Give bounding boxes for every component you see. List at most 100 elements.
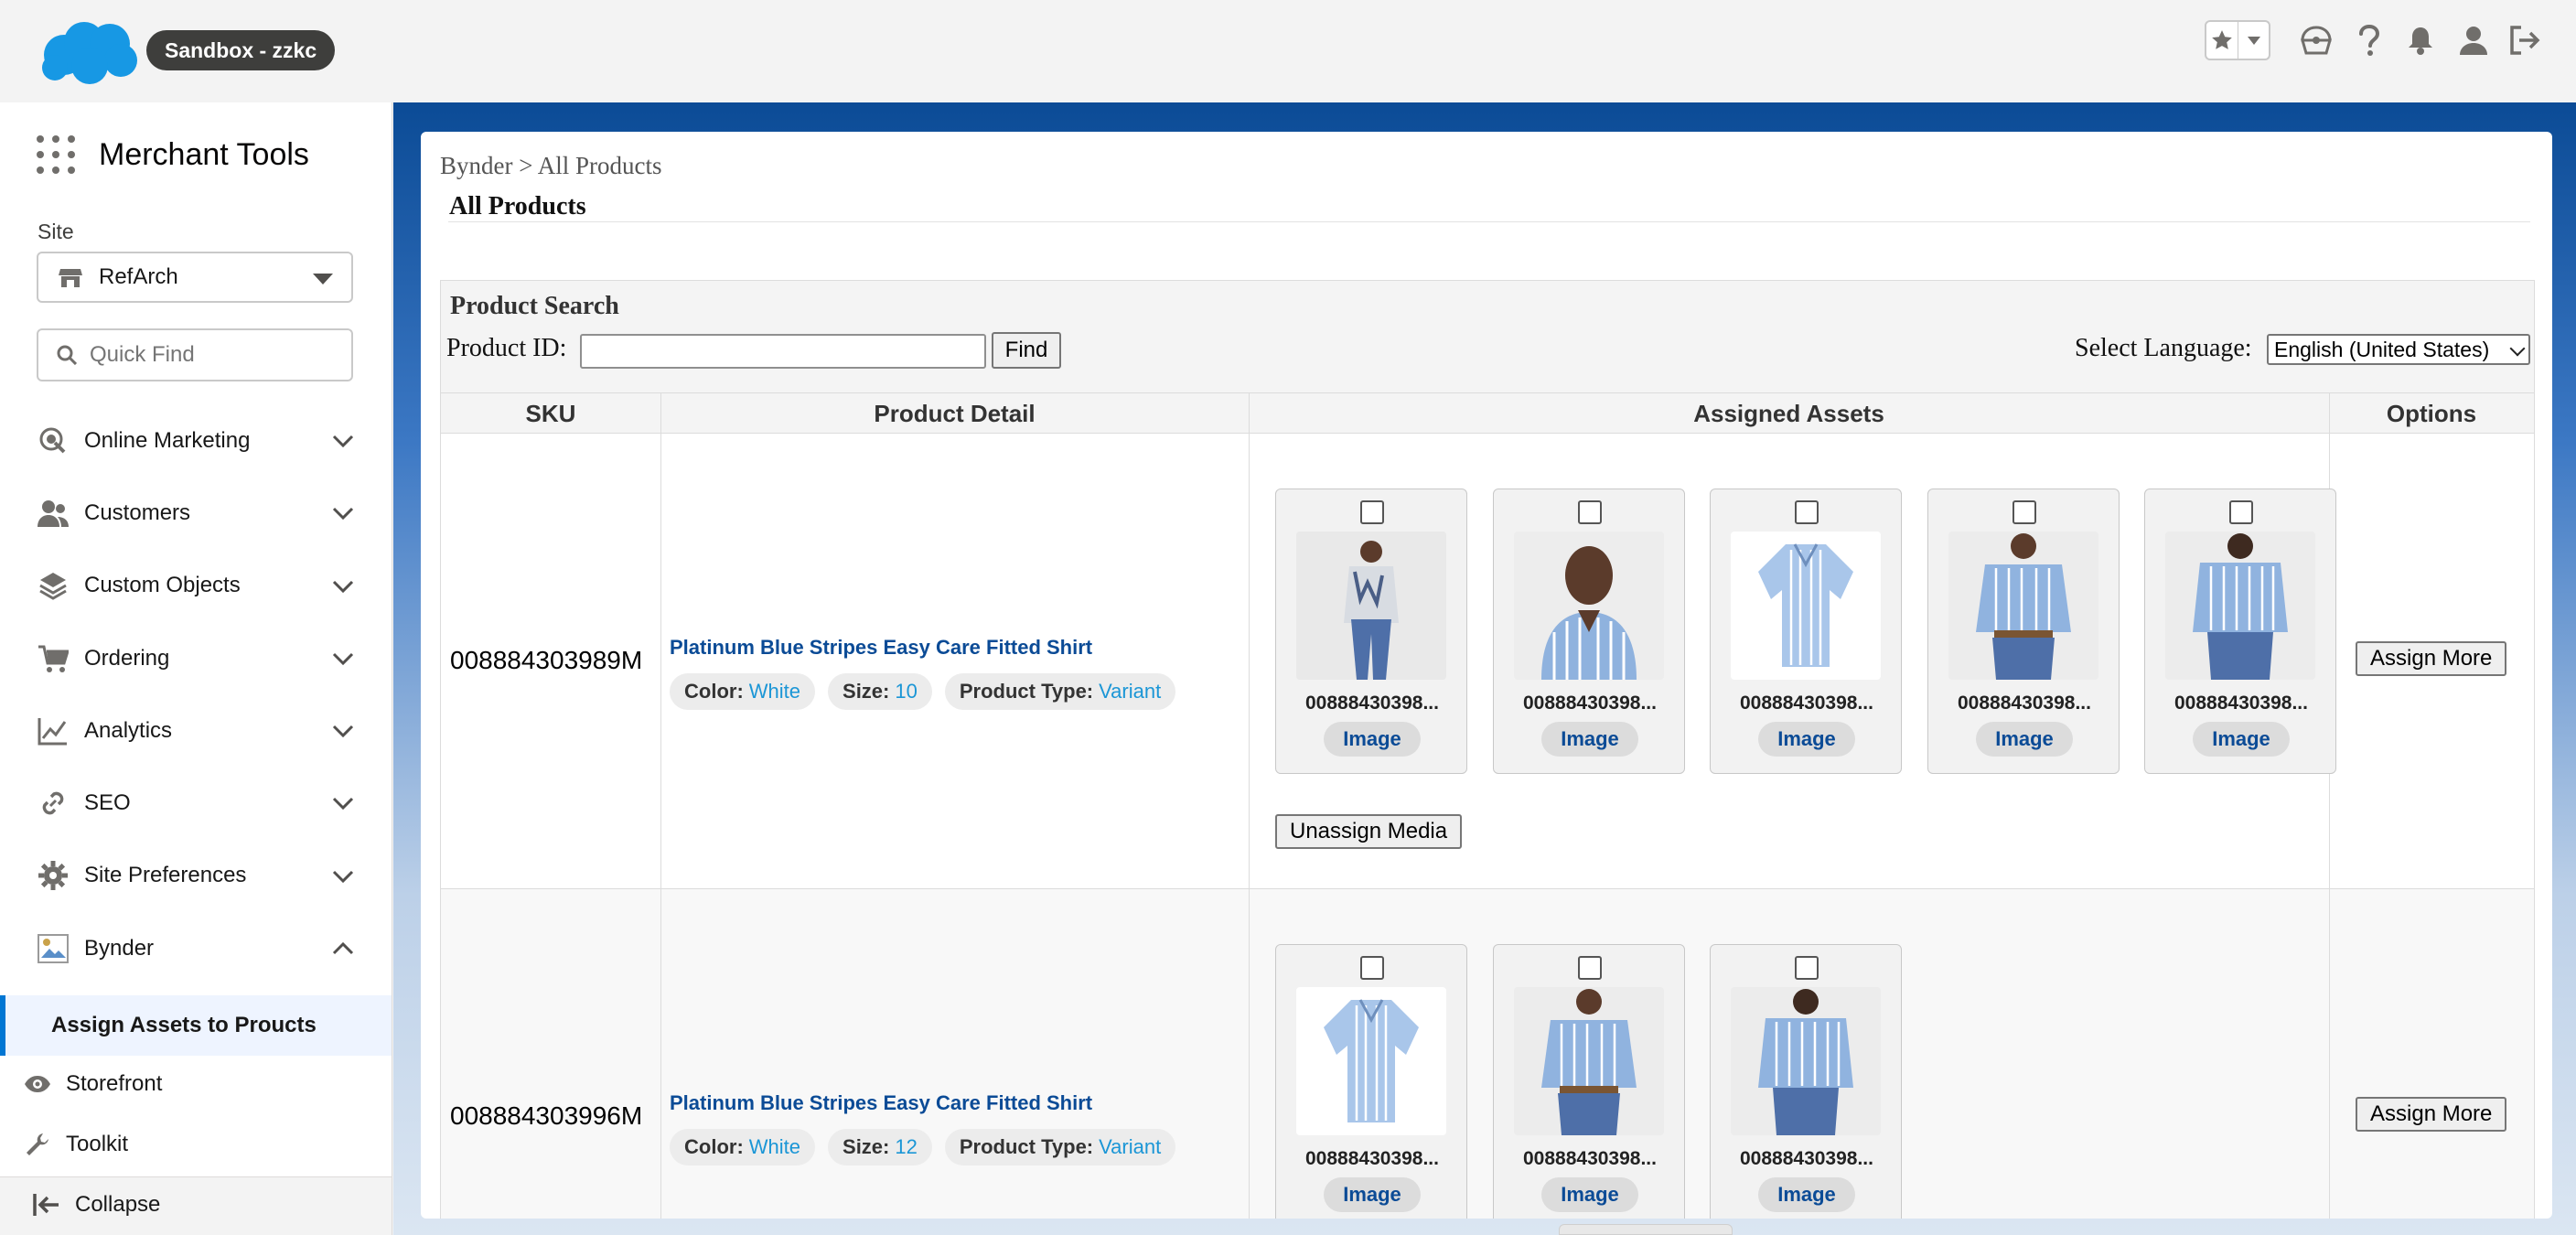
chevron-up-icon xyxy=(332,941,354,955)
sidebar-item-custom-objects[interactable]: Custom Objects xyxy=(0,550,392,622)
sidebar-item-online-marketing[interactable]: Online Marketing xyxy=(0,404,392,477)
color-pill: Color: White xyxy=(670,673,816,710)
layers-icon xyxy=(37,569,70,602)
product-name-link[interactable]: Platinum Blue Stripes Easy Care Fitted S… xyxy=(670,636,1092,660)
sidebar-item-label: Analytics xyxy=(84,717,173,743)
help-icon[interactable] xyxy=(2351,22,2388,59)
asset-caption: 00888430398... xyxy=(1958,693,2091,714)
sidebar-item-bynder[interactable]: Bynder xyxy=(0,912,392,984)
find-button[interactable]: Find xyxy=(992,332,1061,369)
language-select[interactable]: English (United States) xyxy=(2267,334,2530,365)
asset-checkbox[interactable] xyxy=(1578,956,1602,980)
chart-icon xyxy=(37,714,70,747)
image-button[interactable]: Image xyxy=(2193,722,2290,757)
asset-thumbnail[interactable] xyxy=(1296,532,1446,680)
asset-thumbnail[interactable] xyxy=(1731,987,1881,1135)
asset-checkbox[interactable] xyxy=(1578,500,1602,524)
sidebar-item-toolkit[interactable]: Toolkit xyxy=(24,1131,128,1158)
marketing-icon xyxy=(37,424,70,457)
chevron-down-icon xyxy=(332,580,354,593)
asset-card: 00888430398... Image xyxy=(1493,489,1685,774)
asset-checkbox[interactable] xyxy=(2229,500,2253,524)
sidebar-item-label: Site Preferences xyxy=(84,863,247,888)
eye-icon xyxy=(24,1070,51,1098)
product-search-heading: Product Search xyxy=(450,292,619,320)
chevron-down-icon xyxy=(332,725,354,738)
gear-icon xyxy=(37,859,70,892)
asset-thumbnail[interactable] xyxy=(1296,987,1446,1135)
waffle-icon[interactable] xyxy=(37,135,75,174)
product-id-input[interactable] xyxy=(580,334,986,369)
image-button[interactable]: Image xyxy=(1758,1177,1855,1212)
size-pill: Size: 10 xyxy=(828,673,932,710)
image-button[interactable]: Image xyxy=(1324,1177,1421,1212)
favorites-star-icon[interactable] xyxy=(2206,22,2238,59)
global-header: Sandbox - zzkc xyxy=(0,0,2576,102)
salesforce-logo[interactable] xyxy=(38,18,141,86)
asset-thumbnail[interactable] xyxy=(2165,532,2315,680)
nav-list: Online Marketing Customers Custom Object… xyxy=(0,404,392,984)
image-button[interactable]: Image xyxy=(1976,722,2073,757)
user-icon[interactable] xyxy=(2455,22,2492,59)
asset-card: 00888430398... Image xyxy=(2144,489,2336,774)
search-icon xyxy=(57,345,77,365)
chevron-down-icon xyxy=(313,274,333,285)
asset-checkbox[interactable] xyxy=(1360,500,1384,524)
product-name-link[interactable]: Platinum Blue Stripes Easy Care Fitted S… xyxy=(670,1091,1092,1115)
asset-thumbnail[interactable] xyxy=(1514,532,1664,680)
page-title: All Products xyxy=(449,192,586,220)
store-icon xyxy=(59,269,82,287)
table-row: 008884303996M Platinum Blue Stripes Easy… xyxy=(440,889,2535,1219)
quick-find-box[interactable] xyxy=(37,328,353,381)
sidebar-item-site-preferences[interactable]: Site Preferences xyxy=(0,840,392,912)
column-header-options: Options xyxy=(2386,400,2477,427)
image-button[interactable]: Image xyxy=(1541,722,1638,757)
asset-thumbnail[interactable] xyxy=(1514,987,1664,1135)
sku-cell: 008884303996M xyxy=(450,1101,643,1130)
chevron-down-icon xyxy=(332,435,354,448)
column-header-assigned-assets: Assigned Assets xyxy=(1693,400,1884,427)
image-button[interactable]: Image xyxy=(1324,722,1421,757)
asset-checkbox[interactable] xyxy=(1360,956,1384,980)
cart-icon xyxy=(37,642,70,675)
image-button[interactable]: Image xyxy=(1541,1177,1638,1212)
logout-icon[interactable] xyxy=(2506,22,2543,59)
sidebar-item-analytics[interactable]: Analytics xyxy=(0,694,392,767)
assign-more-button[interactable]: Assign More xyxy=(2356,1097,2507,1132)
site-select[interactable]: RefArch xyxy=(37,252,353,303)
collapse-label: Collapse xyxy=(75,1192,161,1217)
asset-checkbox[interactable] xyxy=(2012,500,2036,524)
sidebar-item-seo[interactable]: SEO xyxy=(0,767,392,839)
asset-card: 00888430398... Image xyxy=(1710,944,1902,1219)
favorites-group[interactable] xyxy=(2205,20,2270,60)
product-id-label: Product ID: xyxy=(446,334,567,362)
trailhead-icon[interactable] xyxy=(2298,22,2334,59)
asset-thumbnail[interactable] xyxy=(1731,532,1881,680)
sidebar-item-label: Online Marketing xyxy=(84,427,251,453)
asset-checkbox[interactable] xyxy=(1795,500,1819,524)
asset-caption: 00888430398... xyxy=(1523,1148,1657,1169)
assign-more-button[interactable]: Assign More xyxy=(2356,641,2507,676)
notifications-icon[interactable] xyxy=(2402,22,2439,59)
language-label: Select Language: xyxy=(2075,334,2252,362)
image-button[interactable]: Image xyxy=(1758,722,1855,757)
sidebar-item-customers[interactable]: Customers xyxy=(0,477,392,549)
asset-checkbox[interactable] xyxy=(1795,956,1819,980)
breadcrumb[interactable]: Bynder > All Products xyxy=(440,152,661,180)
favorites-dropdown-icon[interactable] xyxy=(2238,22,2269,59)
sidebar-item-ordering[interactable]: Ordering xyxy=(0,622,392,694)
column-header-sku: SKU xyxy=(525,400,576,427)
asset-card: 00888430398... Image xyxy=(1275,489,1467,774)
unassign-media-button[interactable]: Unassign Media xyxy=(1275,814,1463,849)
collapse-button[interactable]: Collapse xyxy=(33,1191,160,1219)
sidebar-item-storefront[interactable]: Storefront xyxy=(24,1070,162,1098)
quick-find-input[interactable] xyxy=(90,342,327,368)
sidebar-item-assign-assets[interactable]: Assign Assets to Proucts xyxy=(0,995,392,1056)
app-launcher[interactable]: Merchant Tools xyxy=(37,135,309,174)
bynder-icon xyxy=(37,932,70,965)
sandbox-badge: Sandbox - zzkc xyxy=(146,30,336,70)
asset-thumbnail[interactable] xyxy=(1948,532,2098,680)
scroll-handle[interactable] xyxy=(1559,1224,1733,1235)
asset-card: 00888430398... Image xyxy=(1927,489,2120,774)
size-pill: Size: 12 xyxy=(828,1129,932,1165)
